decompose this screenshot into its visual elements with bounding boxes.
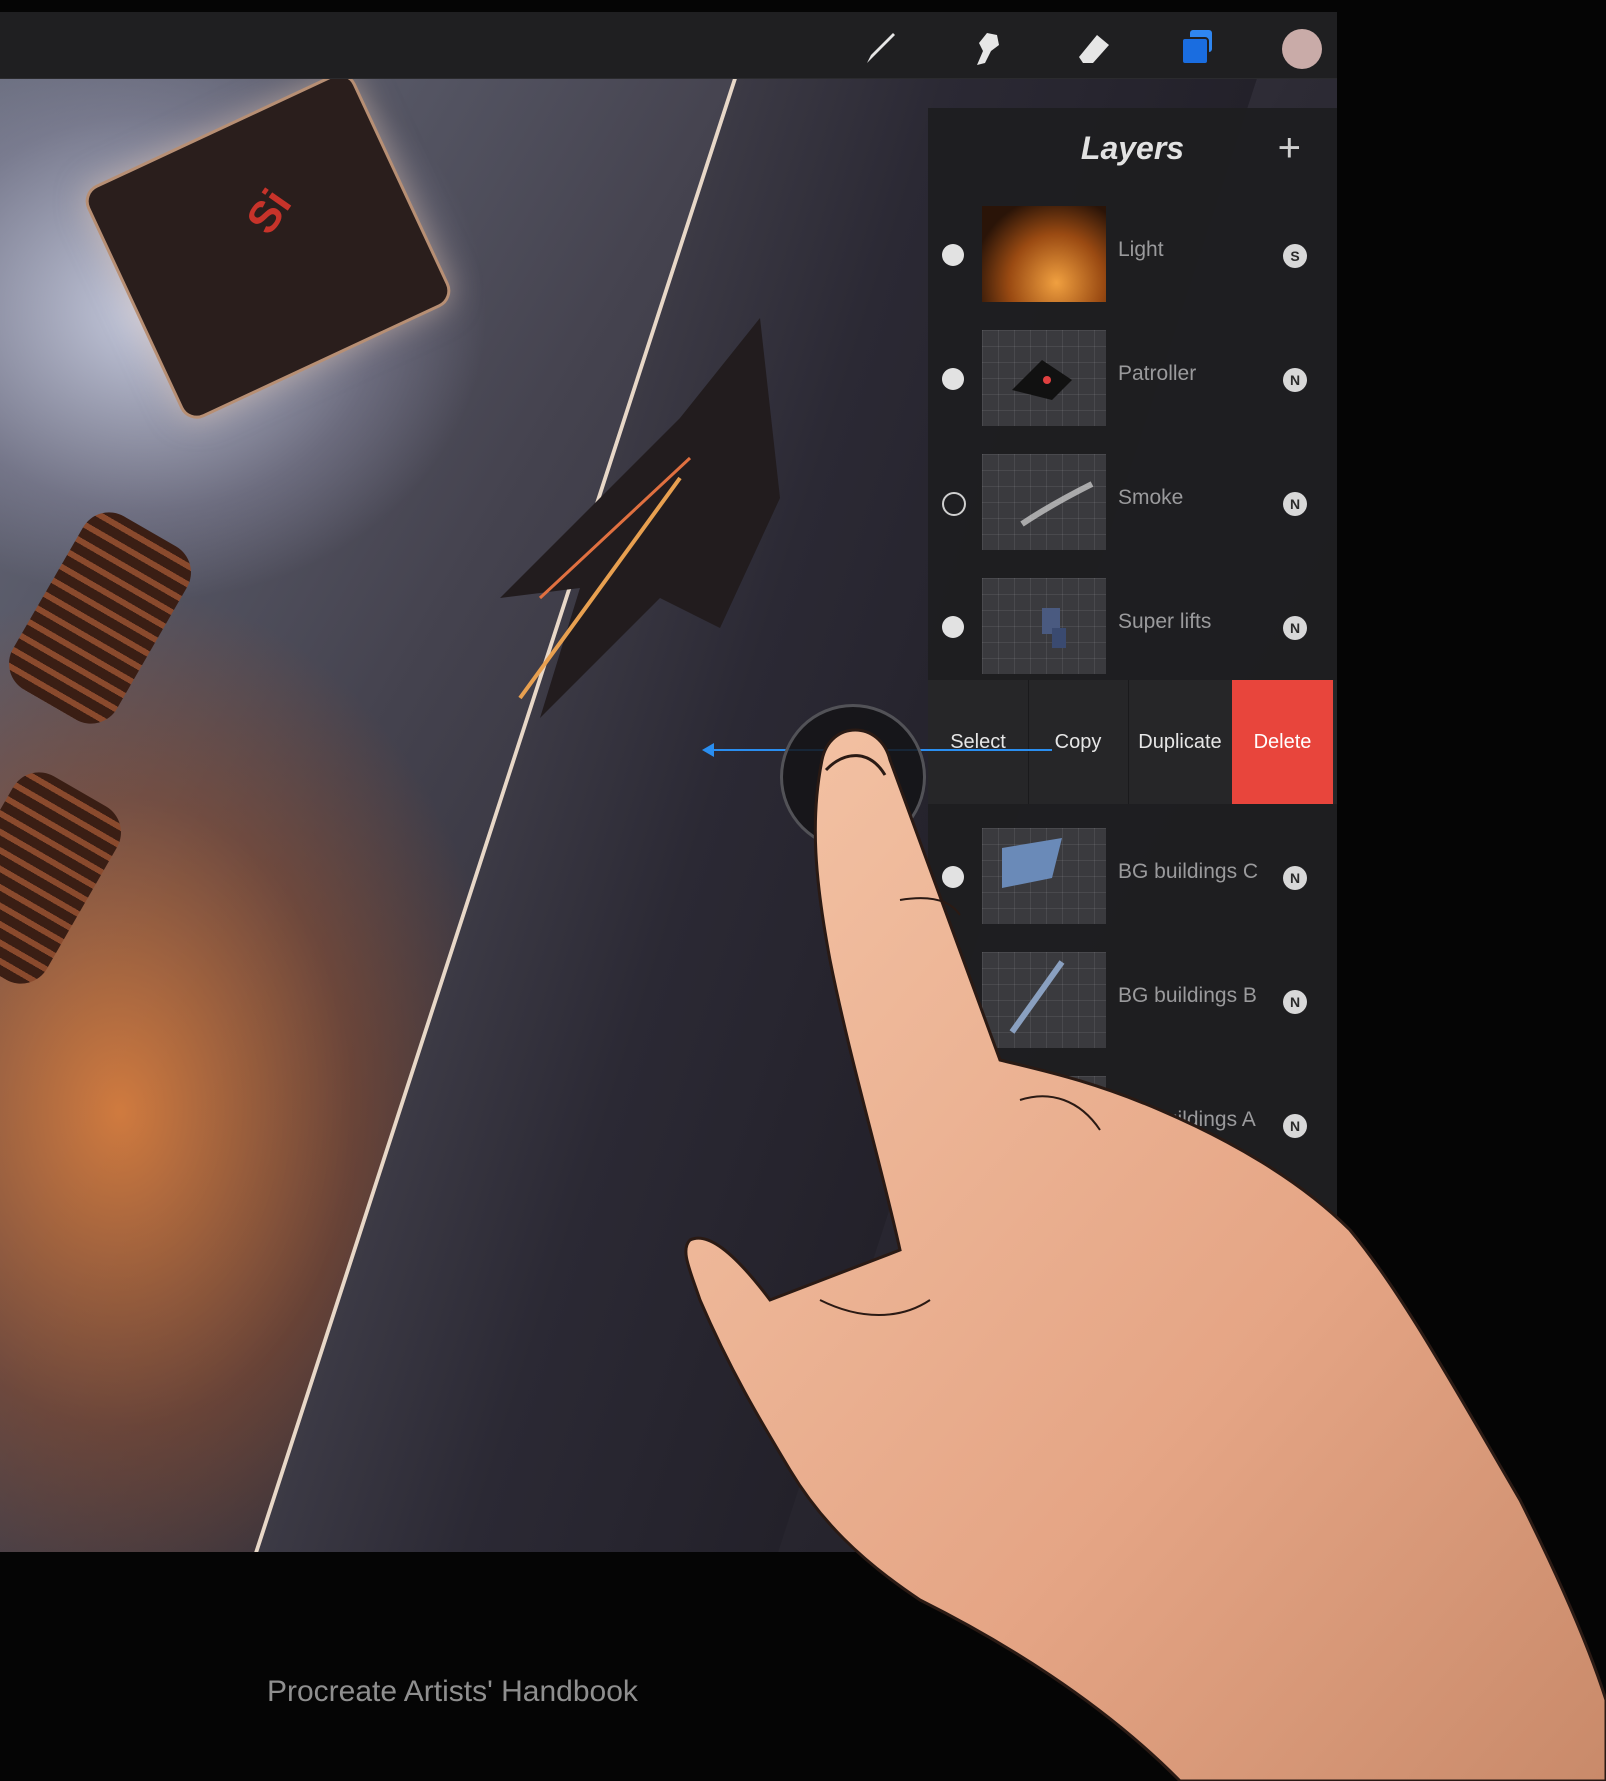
caption: Procreate Artists' Handbook	[267, 1675, 638, 1708]
pointing-hand-illustration	[684, 728, 1606, 1781]
